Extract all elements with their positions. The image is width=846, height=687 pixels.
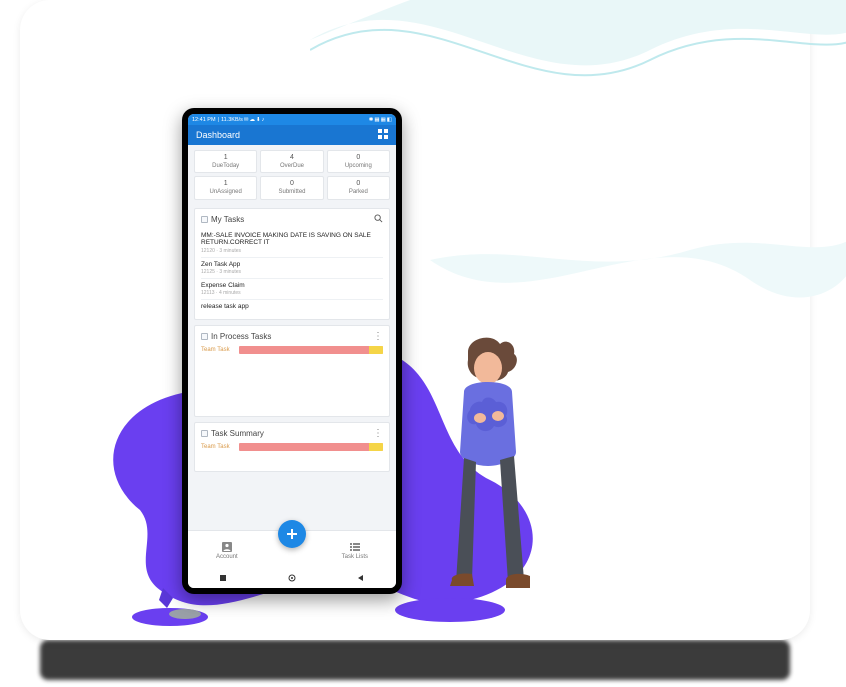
task-row[interactable]: Zen Task App12125 · 3 minutes [201,258,383,279]
stage-shadow [40,640,790,680]
back-icon[interactable] [357,574,365,584]
plus-icon [285,527,299,541]
bar-label: Team Task [201,444,235,450]
stat-unassigned[interactable]: 1UnAssigned [194,176,257,199]
my-tasks-title: My Tasks [211,215,244,224]
checkbox-icon[interactable] [201,216,208,223]
status-time: 12:41 PM [192,117,216,123]
stats-grid: 1DueToday 4OverDue 0Upcoming 1UnAssigned… [188,145,396,203]
nav-task-lists[interactable]: Task Lists [342,541,368,560]
task-row[interactable]: Expense Claim12113 · 4 minutes [201,279,383,300]
nav-task-lists-label: Task Lists [342,554,368,560]
app-title: Dashboard [196,130,240,140]
progress-bar [239,346,383,354]
task-row[interactable]: release task app [201,300,383,313]
search-icon[interactable] [374,214,383,225]
status-bar: 12:41 PM | 11.3KB/s ✉☁⬇♪ ✱▦▦◧ [188,114,396,125]
nav-account[interactable]: Account [216,541,238,560]
stat-due-today[interactable]: 1DueToday [194,150,257,173]
add-button[interactable] [278,520,306,548]
stat-overdue[interactable]: 4OverDue [260,150,323,173]
more-icon[interactable]: ⋮ [373,331,383,342]
home-icon[interactable] [288,574,296,584]
stage: 12:41 PM | 11.3KB/s ✉☁⬇♪ ✱▦▦◧ Dashboard … [20,0,810,640]
person-illustration [420,330,560,620]
in-process-panel: In Process Tasks ⋮ Team Task [194,325,390,417]
android-nav-bar [188,570,396,588]
checkbox-icon[interactable] [201,333,208,340]
phone-mockup: 12:41 PM | 11.3KB/s ✉☁⬇♪ ✱▦▦◧ Dashboard … [182,108,402,594]
stat-submitted[interactable]: 0Submitted [260,176,323,199]
wave-decoration-mid [430,200,846,380]
stat-upcoming[interactable]: 0Upcoming [327,150,390,173]
grid-view-icon[interactable] [378,129,388,141]
bar-label: Team Task [201,347,235,353]
in-process-title: In Process Tasks [211,332,271,341]
status-net: 11.3KB/s [221,117,243,123]
progress-bar [239,443,383,451]
nav-account-label: Account [216,554,238,560]
my-tasks-panel: My Tasks MM:-SALE INVOICE MAKING DATE IS… [194,208,390,320]
stat-parked[interactable]: 0Parked [327,176,390,199]
recent-apps-icon[interactable] [219,574,227,584]
checkbox-icon[interactable] [201,430,208,437]
task-summary-title: Task Summary [211,429,264,438]
phone-screen: 12:41 PM | 11.3KB/s ✉☁⬇♪ ✱▦▦◧ Dashboard … [188,114,396,588]
list-icon [349,541,361,553]
app-bar: Dashboard [188,125,396,145]
account-icon [221,541,233,553]
task-row[interactable]: MM:-SALE INVOICE MAKING DATE IS SAVING O… [201,229,383,258]
more-icon[interactable]: ⋮ [373,428,383,439]
task-summary-panel: Task Summary ⋮ Team Task [194,422,390,472]
